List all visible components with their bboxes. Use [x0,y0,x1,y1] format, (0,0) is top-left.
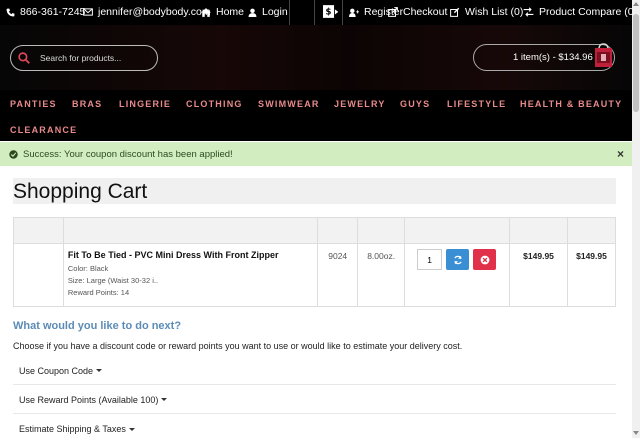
unit-price-cell: $149.95 [509,243,568,307]
home-label: Home [216,6,245,18]
divider [289,0,290,25]
total-price-cell: $149.95 [567,243,616,307]
column-header-product [62,217,319,244]
nav-item-lifestyle[interactable]: LIFESTYLE [447,99,506,109]
divider [314,0,315,25]
column-header-model [317,217,359,244]
phone-link[interactable]: 866-361-7245 [6,6,85,18]
model-cell: 9024 [317,243,359,307]
column-header-unit-price [509,217,568,244]
cart-summary: 1 item(s) - $134.96 [513,52,593,63]
product-cell: Fit To Be Tied - PVC Mini Dress With Fro… [62,243,319,307]
refresh-icon [453,255,462,264]
checkout-link[interactable]: Checkout [388,6,447,18]
product-image-cell[interactable] [13,243,64,307]
use-coupon-toggle[interactable]: Use Coupon Code [13,357,616,385]
wishlist-link[interactable]: Wish List (0) [450,6,523,18]
top-bar: 866-361-7245 jennifer@bodybody.com Home … [0,0,637,25]
check-circle-icon [9,149,18,159]
main-nav: PANTIES BRAS LINGERIE CLOTHING SWIMWEAR … [0,90,632,141]
edit-icon [450,7,460,17]
nav-item-panties[interactable]: PANTIES [10,99,57,109]
page-title: Shopping Cart [13,180,148,203]
success-alert: Success: Your coupon discount has been a… [0,142,632,166]
caret-down-icon [161,398,168,401]
checkout-label: Checkout [403,6,448,18]
use-reward-points-toggle[interactable]: Use Reward Points (Available 100) [13,386,616,414]
svg-text:$: $ [326,7,332,17]
home-link[interactable]: Home [201,6,244,18]
product-name-link[interactable]: Fit To Be Tied - PVC Mini Dress With Fro… [68,250,317,260]
compare-icon [523,7,534,17]
estimate-shipping-toggle[interactable]: Estimate Shipping & Taxes [13,415,616,438]
header: 1 item(s) - $134.96 [0,25,632,90]
search-icon[interactable] [18,52,30,64]
nav-item-guys[interactable]: GUYS [400,99,430,109]
scroll-up-arrow-icon[interactable] [633,2,639,6]
email-address: jennifer@bodybody.com [98,6,211,18]
user-plus-icon [349,8,359,17]
vertical-scrollbar[interactable] [632,0,640,438]
login-link[interactable]: Login [248,6,288,18]
next-steps-description: Choose if you have a discount code or re… [13,341,463,351]
next-steps-heading: What would you like to do next? [13,320,182,332]
column-header-image [13,217,64,244]
compare-link[interactable]: Product Compare (0) [523,6,637,18]
use-coupon-label: Use Coupon Code [19,365,94,376]
column-header-quantity [404,217,511,244]
email-link[interactable]: jennifer@bodybody.com [83,6,211,18]
remove-item-button[interactable] [473,249,497,270]
weight-cell: 8.00oz. [357,243,406,307]
scroll-down-arrow-icon[interactable] [633,431,639,435]
nav-item-jewelry[interactable]: JEWELRY [334,99,386,109]
title-bar: Shopping Cart [13,178,616,204]
compare-label: Product Compare (0) [539,6,638,18]
use-reward-points-label: Use Reward Points (Available 100) [19,394,159,405]
product-options: Color: Black Size: Large (Waist 30-32 i.… [68,263,317,299]
product-color: Color: Black [67,264,109,273]
quantity-input[interactable] [417,249,443,270]
quantity-cell [404,243,511,307]
phone-number: 866-361-7245 [20,6,86,18]
caret-down-icon [96,369,103,372]
home-icon [201,7,211,17]
update-quantity-button[interactable] [446,249,470,270]
search-box[interactable] [10,45,158,71]
wishlist-label: Wish List (0) [465,6,524,18]
page: 866-361-7245 jennifer@bodybody.com Home … [0,0,640,438]
phone-icon [6,8,15,16]
column-header-total [567,217,616,244]
table-row: Fit To Be Tied - PVC Mini Dress With Fro… [13,243,616,307]
caret-down-icon [128,427,135,431]
nav-item-clothing[interactable]: CLOTHING [186,99,243,109]
currency-icon: $ [323,5,339,18]
column-header-weight [357,217,406,244]
envelope-icon [83,8,93,16]
login-label: Login [262,6,288,18]
cart-table: Fit To Be Tied - PVC Mini Dress With Fro… [13,217,616,307]
nav-item-swimwear[interactable]: SWIMWEAR [258,99,320,109]
user-icon [248,8,257,17]
divider [342,0,343,25]
share-icon [388,7,398,17]
scrollbar-thumb[interactable] [633,14,639,112]
nav-item-lingerie[interactable]: LINGERIE [119,99,171,109]
estimate-shipping-label: Estimate Shipping & Taxes [19,424,126,434]
nav-item-clearance[interactable]: CLEARANCE [10,125,77,135]
nav-item-bras[interactable]: BRAS [72,99,102,109]
table-header-row [13,217,616,244]
nav-item-health-beauty[interactable]: HEALTH & BEAUTY [520,99,622,109]
product-reward-points: Reward Points: 14 [67,288,130,297]
product-size: Size: Large (Waist 30-32 i.. [67,276,159,285]
times-circle-icon [480,255,489,264]
close-icon[interactable]: × [617,147,624,161]
shopping-bag-icon[interactable] [594,43,613,68]
search-input[interactable] [40,53,150,63]
alert-message: Success: Your coupon discount has been a… [23,148,233,160]
